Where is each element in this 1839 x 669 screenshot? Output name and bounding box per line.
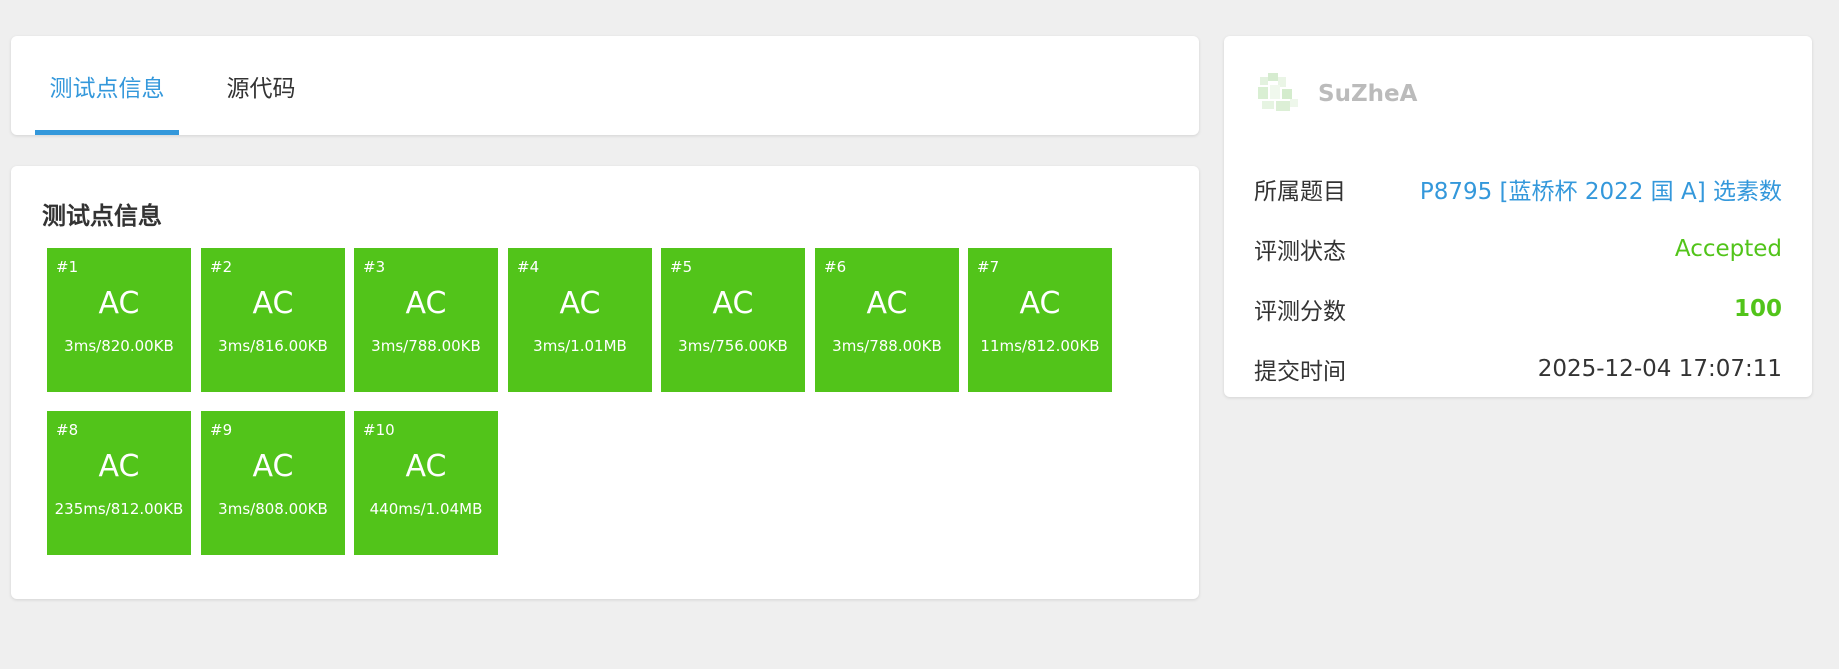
testpoint-tile[interactable]: #10 AC 440ms/1.04MB bbox=[354, 411, 498, 555]
tab-source-code[interactable]: 源代码 bbox=[201, 36, 321, 135]
submit-time-row: 提交时间 2025-12-04 17:07:11 bbox=[1254, 349, 1782, 389]
testpoint-tile[interactable]: #1 AC 3ms/820.00KB bbox=[47, 248, 191, 392]
testpoints-card: 测试点信息 #1 AC 3ms/820.00KB #2 AC 3ms/816.00KB #3… bbox=[11, 166, 1199, 599]
testpoint-detail: 3ms/808.00KB bbox=[218, 500, 328, 518]
status-label: 评测状态 bbox=[1254, 239, 1346, 265]
status-value: Accepted bbox=[1674, 236, 1782, 262]
testpoint-detail: 3ms/820.00KB bbox=[64, 337, 174, 355]
testpoint-detail: 235ms/812.00KB bbox=[54, 500, 184, 518]
problem-label: 所属题目 bbox=[1254, 179, 1346, 205]
problem-row: 所属题目 P8795 [蓝桥杯 2022 国 A] 选素数 bbox=[1254, 169, 1782, 209]
score-value: 100 bbox=[1733, 296, 1782, 322]
testpoint-tile[interactable]: #3 AC 3ms/788.00KB bbox=[354, 248, 498, 392]
submission-info-card: SuZheA 所属题目 P8795 [蓝桥杯 2022 国 A] 选素数 评测状… bbox=[1224, 36, 1812, 397]
avatar[interactable] bbox=[1254, 69, 1304, 119]
testpoint-status: AC bbox=[1019, 286, 1061, 321]
testpoint-status: AC bbox=[559, 286, 601, 321]
testpoint-number: #4 bbox=[517, 258, 540, 276]
testpoint-tile[interactable]: #9 AC 3ms/808.00KB bbox=[201, 411, 345, 555]
testpoint-detail: 11ms/812.00KB bbox=[980, 337, 1100, 355]
testpoint-status: AC bbox=[252, 449, 294, 484]
testpoint-number: #5 bbox=[670, 258, 693, 276]
testpoint-detail: 3ms/788.00KB bbox=[371, 337, 481, 355]
testpoint-number: #1 bbox=[56, 258, 79, 276]
score-label: 评测分数 bbox=[1254, 299, 1346, 325]
testpoint-status: AC bbox=[712, 286, 754, 321]
user-row: SuZheA bbox=[1254, 66, 1417, 122]
score-row: 评测分数 100 bbox=[1254, 289, 1782, 329]
testpoint-number: #7 bbox=[977, 258, 1000, 276]
testpoint-detail: 3ms/788.00KB bbox=[832, 337, 942, 355]
testpoint-detail: 3ms/816.00KB bbox=[218, 337, 328, 355]
testpoint-detail: 3ms/756.00KB bbox=[678, 337, 788, 355]
submit-time-value: 2025-12-04 17:07:11 bbox=[1537, 356, 1782, 382]
testpoint-tile[interactable]: #4 AC 3ms/1.01MB bbox=[508, 248, 652, 392]
testpoint-status: AC bbox=[252, 286, 294, 321]
testpoint-status: AC bbox=[98, 449, 140, 484]
testpoint-status: AC bbox=[866, 286, 908, 321]
testpoint-status: AC bbox=[405, 286, 447, 321]
status-row: 评测状态 Accepted bbox=[1254, 229, 1782, 269]
problem-link[interactable]: P8795 [蓝桥杯 2022 国 A] 选素数 bbox=[1420, 172, 1782, 206]
testpoints-title: 测试点信息 bbox=[42, 202, 162, 230]
testpoint-number: #9 bbox=[210, 421, 233, 439]
testpoint-tile[interactable]: #5 AC 3ms/756.00KB bbox=[661, 248, 805, 392]
testpoint-number: #2 bbox=[210, 258, 233, 276]
testpoint-number: #8 bbox=[56, 421, 79, 439]
username-link[interactable]: SuZheA bbox=[1318, 81, 1417, 107]
testpoint-number: #10 bbox=[363, 421, 395, 439]
testpoint-detail: 3ms/1.01MB bbox=[533, 337, 627, 355]
testpoint-status: AC bbox=[405, 449, 447, 484]
tab-testcases[interactable]: 测试点信息 bbox=[35, 36, 179, 135]
submit-time-label: 提交时间 bbox=[1254, 359, 1346, 385]
testpoint-detail: 440ms/1.04MB bbox=[369, 500, 483, 518]
testpoint-tile[interactable]: #6 AC 3ms/788.00KB bbox=[815, 248, 959, 392]
testpoint-number: #6 bbox=[824, 258, 847, 276]
testpoint-tile[interactable]: #8 AC 235ms/812.00KB bbox=[47, 411, 191, 555]
testpoint-tile[interactable]: #7 AC 11ms/812.00KB bbox=[968, 248, 1112, 392]
testpoint-tile[interactable]: #2 AC 3ms/816.00KB bbox=[201, 248, 345, 392]
tabs-card: 测试点信息 源代码 bbox=[11, 36, 1199, 135]
testpoint-number: #3 bbox=[363, 258, 386, 276]
testpoint-status: AC bbox=[98, 286, 140, 321]
